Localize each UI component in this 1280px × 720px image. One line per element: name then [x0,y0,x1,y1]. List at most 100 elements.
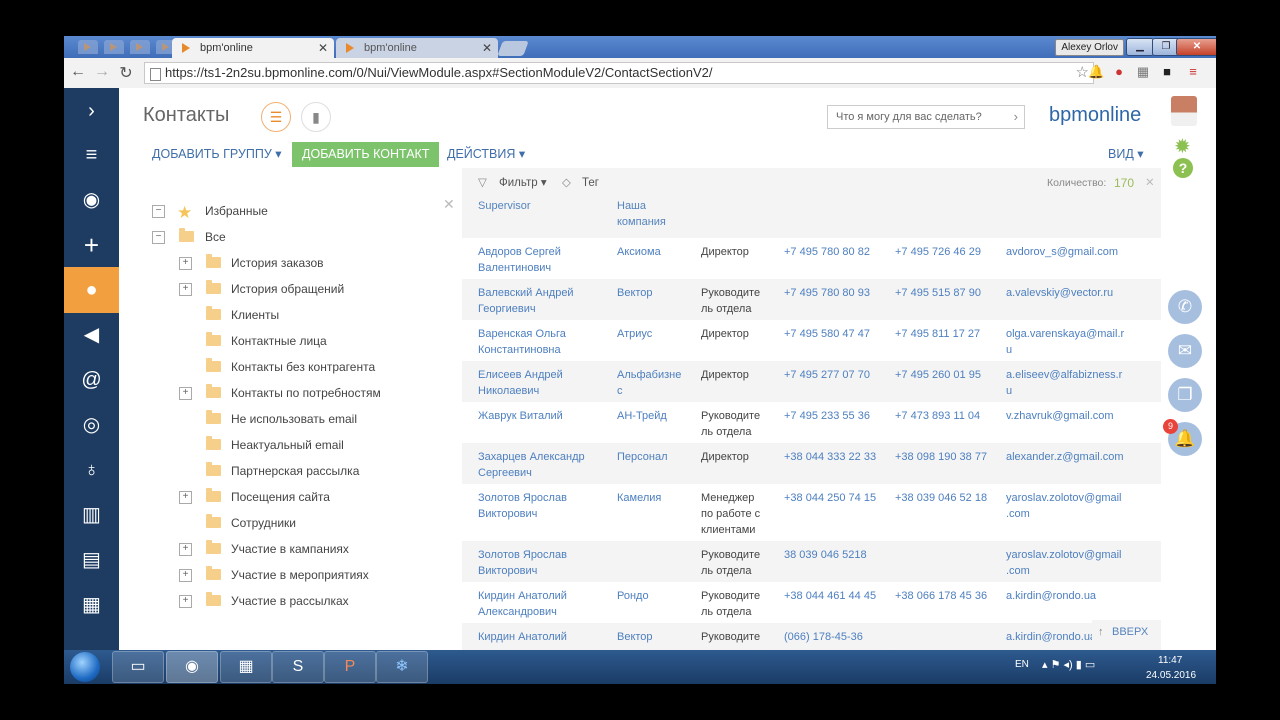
phone-link[interactable]: +7 495 233 55 36 [784,408,889,424]
table-row[interactable]: Варенская Ольга Константиновна Атриус Дирек… [462,320,1162,361]
phone-link[interactable]: +7 473 893 11 04 [895,408,1000,424]
email-link[interactable]: olga.varenskaya@mail.r u [1006,326,1136,358]
chevron-right-icon[interactable]: › [1014,106,1018,128]
email-link[interactable]: a.eliseev@alfabizness.r u [1006,367,1136,399]
actions-button[interactable]: ДЕЙСТВИЯ ▾ [447,142,525,167]
new-tab-button[interactable] [497,41,529,56]
scroll-top-button[interactable]: ↑ ВВЕРХ [1092,620,1162,644]
extension-icon[interactable]: ▦ [1136,65,1150,79]
gear-icon[interactable]: ✹ [1174,134,1191,159]
phone-link[interactable]: +38 098 190 38 77 [895,449,1000,465]
list-view-icon[interactable]: ☰ [261,102,291,132]
company-link[interactable]: Аксиома [617,244,697,260]
avatar[interactable] [1171,96,1197,126]
table-row[interactable]: Золотов Ярослав Викторович Камелия Менеджер… [462,484,1162,541]
add-group-button[interactable]: ДОБАВИТЬ ГРУППУ ▾ [152,142,282,167]
expand-icon[interactable]: + [179,257,192,270]
help-icon[interactable]: ? [1173,158,1193,178]
play-icon[interactable]: ◉ [64,177,119,223]
building-chart-icon[interactable]: ▥ [64,492,119,538]
phone-link[interactable]: +7 495 580 47 47 [784,326,889,342]
target-icon[interactable]: ◎ [64,402,119,448]
browser-tab-active[interactable]: bpm'online ✕ [172,38,334,58]
email-link[interactable]: v.zhavruk@gmail.com [1006,408,1136,424]
contact-name-link[interactable]: Жаврук Виталий [478,408,608,424]
contact-name-link[interactable]: Кирдин Анатолий Александрович [478,588,608,620]
phone-link[interactable]: 38 039 046 5218 [784,547,889,563]
email-link[interactable]: a.kirdin@rondo.ua [1006,588,1136,604]
company-link[interactable]: АН-Трейд [617,408,697,424]
collapse-icon[interactable]: − [152,205,165,218]
expand-icon[interactable]: + [179,543,192,556]
contact-name-link[interactable]: Валевский Андрей Георгиевич [478,285,608,317]
company-link[interactable]: Персонал [617,449,697,465]
contact-name-link[interactable]: Елисеев Андрей Николаевич [478,367,608,399]
address-bar[interactable]: https://ts1-2n2su.bpmonline.com/0/Nui/Vi… [144,62,1094,84]
company-link[interactable]: Альфабизне с [617,367,697,399]
contact-name-link[interactable]: Кирдин Анатолий [478,629,608,645]
close-window-button[interactable]: ✕ [1176,38,1216,56]
table-row[interactable]: Золотов Ярослав Викторович Руководите ль от… [462,541,1162,582]
chart-view-icon[interactable]: ▮ [301,102,331,132]
app-icon[interactable]: ❄ [376,651,428,683]
expand-icon[interactable]: + [179,569,192,582]
megaphone-icon[interactable]: ◀ [64,312,119,358]
at-icon[interactable]: @ [64,357,119,403]
close-tab-icon[interactable]: ✕ [318,38,328,58]
explorer-icon[interactable]: ▭ [112,651,164,683]
phone-link[interactable]: (066) 178-45-36 [784,629,889,645]
start-button[interactable] [70,652,100,682]
extension-icon[interactable]: ■ [1160,65,1174,79]
mail-icon[interactable]: ✉ [1168,334,1202,368]
phone-link[interactable]: +38 044 461 44 45 [784,588,889,604]
browser-tab[interactable]: bpm'online ✕ [336,38,498,58]
forward-icon[interactable]: → [92,63,112,81]
close-icon[interactable]: ✕ [1145,168,1155,198]
contact-name-link[interactable]: Авдоров Сергей Валентинович [478,244,608,276]
phone-link[interactable]: +7 495 780 80 93 [784,285,889,301]
table-row[interactable]: Жаврук Виталий АН-Трейд Руководите ль отдел… [462,402,1162,443]
email-link[interactable]: a.valevskiy@vector.ru [1006,285,1136,301]
email-link[interactable]: yaroslav.zolotov@gmail .com [1006,547,1136,579]
contact-name-link[interactable]: Захарцев Александр Сергеевич [478,449,608,481]
filter-button[interactable]: Фильтр ▾ [499,168,547,198]
company-link[interactable]: Рондо [617,588,697,604]
phone-link[interactable]: +7 495 515 87 90 [895,285,1000,301]
table-row[interactable]: Захарцев Александр Сергеевич Персонал Дирек… [462,443,1162,484]
close-tab-icon[interactable]: ✕ [482,38,492,58]
col-company[interactable]: Наша [617,200,646,212]
company-link[interactable]: Камелия [617,490,697,506]
phone-link[interactable]: +38 044 250 74 15 [784,490,889,506]
expand-icon[interactable]: + [179,491,192,504]
extension-icon[interactable]: ● [1112,65,1126,79]
phone-link[interactable]: +7 495 726 46 29 [895,244,1000,260]
phone-link[interactable]: +7 495 277 07 70 [784,367,889,383]
company-link[interactable]: Атриус [617,326,697,342]
table-row[interactable]: Кирдин Анатолий Александрович Рондо Руковод… [462,582,1162,623]
close-tree-icon[interactable]: ✕ [443,196,455,213]
phone-link[interactable]: +38 039 046 52 18 [895,490,1000,506]
table-row[interactable]: Валевский Андрей Георгиевич Вектор Руководи… [462,279,1162,320]
chrome-menu-icon[interactable]: ≡ [1186,65,1200,79]
expand-icon[interactable]: + [179,595,192,608]
calendar-icon[interactable]: ▦ [64,582,119,628]
contact-icon[interactable]: ● [64,267,119,313]
balloon-icon[interactable]: ♁ [64,447,119,493]
phone-link[interactable]: +38 066 178 45 36 [895,588,1000,604]
browser-user-badge[interactable]: Alexey Orlov [1055,39,1124,56]
language-indicator[interactable]: EN [1015,659,1029,670]
contact-name-link[interactable]: Золотов Ярослав Викторович [478,547,608,579]
pinned-tab[interactable] [78,40,98,54]
reload-icon[interactable]: ↻ [116,63,136,83]
chat-icon[interactable]: ❐ [1168,378,1202,412]
snagit-icon[interactable]: S [272,651,324,683]
email-link[interactable]: avdorov_s@gmail.com [1006,244,1136,260]
building-icon[interactable]: ▤ [64,537,119,583]
phone-link[interactable]: +7 495 260 01 95 [895,367,1000,383]
plus-icon[interactable]: + [64,222,119,268]
view-button[interactable]: ВИД ▾ [1108,142,1144,167]
back-icon[interactable]: ← [68,63,88,81]
email-link[interactable]: yaroslav.zolotov@gmail .com [1006,490,1136,522]
table-row[interactable]: Авдоров Сергей Валентинович Аксиома Директо… [462,238,1162,279]
phone-link[interactable]: +7 495 811 17 27 [895,326,1000,342]
